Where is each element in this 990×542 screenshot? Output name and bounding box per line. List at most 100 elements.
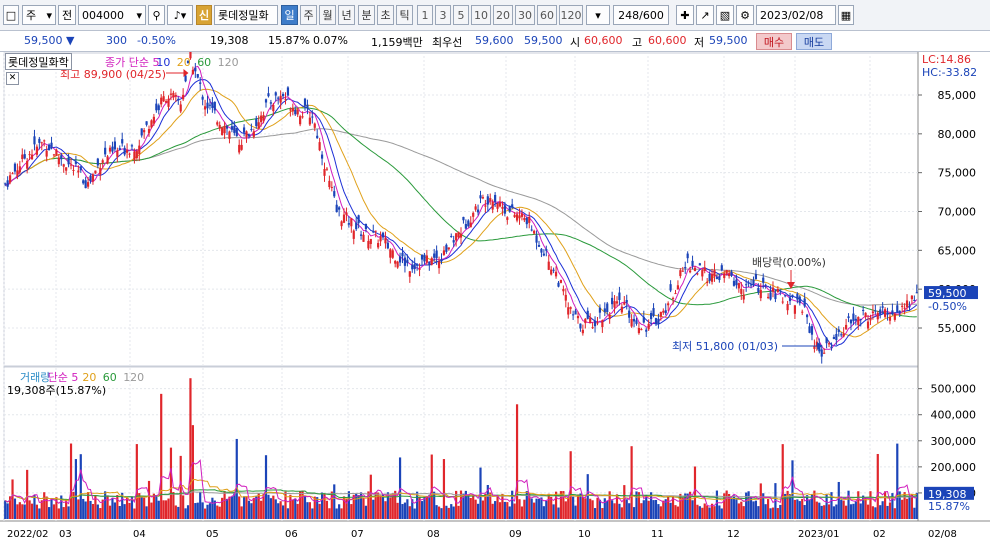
interval-1[interactable]: 1 [417,5,433,25]
volume-bar [625,499,628,519]
candle-body [372,231,375,233]
interval-5[interactable]: 5 [453,5,469,25]
candle-body [330,186,333,188]
draw-tool-icon[interactable]: ↗ [696,5,714,25]
best-sell-price: 59,600 [475,34,514,47]
volume-bar [737,503,740,519]
stock-chart[interactable]: 2022/02 03 04 05 06 07 08 09 10 11 12 2023/01 02 02/0… [0,52,990,542]
buy-button[interactable]: 매수 [756,33,792,50]
candle-body [891,310,894,315]
candle-body [389,249,392,258]
turnover-rate: 0.07% [313,34,348,47]
candle-body [255,118,258,126]
volume-bar [757,506,760,519]
tab-daily[interactable]: 일 [281,5,298,25]
close-icon[interactable]: ✕ [6,72,19,85]
candle-body [713,270,716,276]
volume-bar [308,502,311,519]
volume-bar [47,507,51,519]
candle-body [13,163,17,172]
interval-dropdown[interactable]: ▾ [586,5,610,25]
search-icon[interactable]: ⚲ [148,5,165,25]
tab-weekly[interactable]: 주 [300,5,317,25]
candle-body [693,267,697,272]
volume-bar [196,502,199,519]
date-input[interactable]: 2023/02/08 [756,5,836,25]
volume-legend-item: 거래량 [20,371,50,384]
stock-code-input[interactable]: 004000 ▾ [78,5,146,25]
volume-bar [630,446,633,519]
sound-icon[interactable]: ♪▾ [167,5,193,25]
save-icon[interactable]: ▧ [716,5,734,25]
candle-body [18,166,21,173]
interval-10[interactable]: 10 [471,5,491,25]
low-label: 저 [694,36,705,49]
volume-bar [333,484,336,519]
volume-bar [801,498,804,519]
volume-bar [698,506,701,519]
volume-bar [294,498,297,519]
candle-body [757,288,760,293]
candle-body [603,308,606,313]
candle-body [893,313,896,320]
interval-60[interactable]: 60 [537,5,557,25]
candle-body [121,139,124,144]
crosshair-icon[interactable]: ✚ [676,5,694,25]
candle-body [835,333,838,341]
candle-body [225,126,229,129]
candle-body [411,264,414,270]
market-select[interactable]: 주 ▾ [22,5,56,25]
tab-monthly[interactable]: 월 [319,5,336,25]
volume-bar [18,502,21,519]
candle-body [486,196,489,205]
volume-bar [303,496,307,519]
volume-bar [791,460,794,519]
interval-3[interactable]: 3 [435,5,451,25]
candle-body [138,145,141,155]
price-legend-item: 60 [197,56,211,69]
x-tick-label: 03 [59,529,72,540]
volume-bar [786,490,789,519]
interval-30[interactable]: 30 [515,5,535,25]
candle-body [540,248,543,253]
volume-bar [381,494,385,519]
window-icon[interactable]: □ [3,5,19,25]
candle-body [793,305,797,314]
tab-yearly[interactable]: 년 [338,5,355,25]
candle-body [250,128,253,130]
candle-body [557,282,560,287]
candle-body [886,313,889,315]
candle-body [381,232,385,238]
volume-bar [11,479,14,519]
volume-bar [257,493,260,519]
volume-bar [491,503,494,519]
candle-body [179,104,182,112]
sell-button[interactable]: 매도 [796,33,832,50]
volume-bar [272,495,275,519]
volume-bar [701,507,704,519]
volume-bar [501,493,504,519]
candle-body [172,92,175,98]
candle-body [106,156,109,164]
tab-tick[interactable]: 틱 [396,5,413,25]
interval-120[interactable]: 120 [559,5,583,25]
tab-minute[interactable]: 분 [358,5,375,25]
prev-button[interactable]: 전 [58,5,76,25]
candle-body [238,144,241,153]
candle-body [635,320,638,324]
candle-body [849,319,853,324]
tab-second[interactable]: 초 [377,5,394,25]
volume-bar [835,504,838,519]
volume-bar [43,492,46,519]
volume-bar [437,506,441,519]
calendar-icon[interactable]: ▦ [838,5,854,25]
candle-body [30,154,34,160]
volume-bar [637,492,641,519]
interval-20[interactable]: 20 [493,5,513,25]
candle-body [864,312,867,317]
gear-icon[interactable]: ⚙ [736,5,754,25]
candle-body [776,288,779,293]
candle-body [525,217,528,225]
volume-bar [632,507,636,519]
candle-body [350,218,353,227]
